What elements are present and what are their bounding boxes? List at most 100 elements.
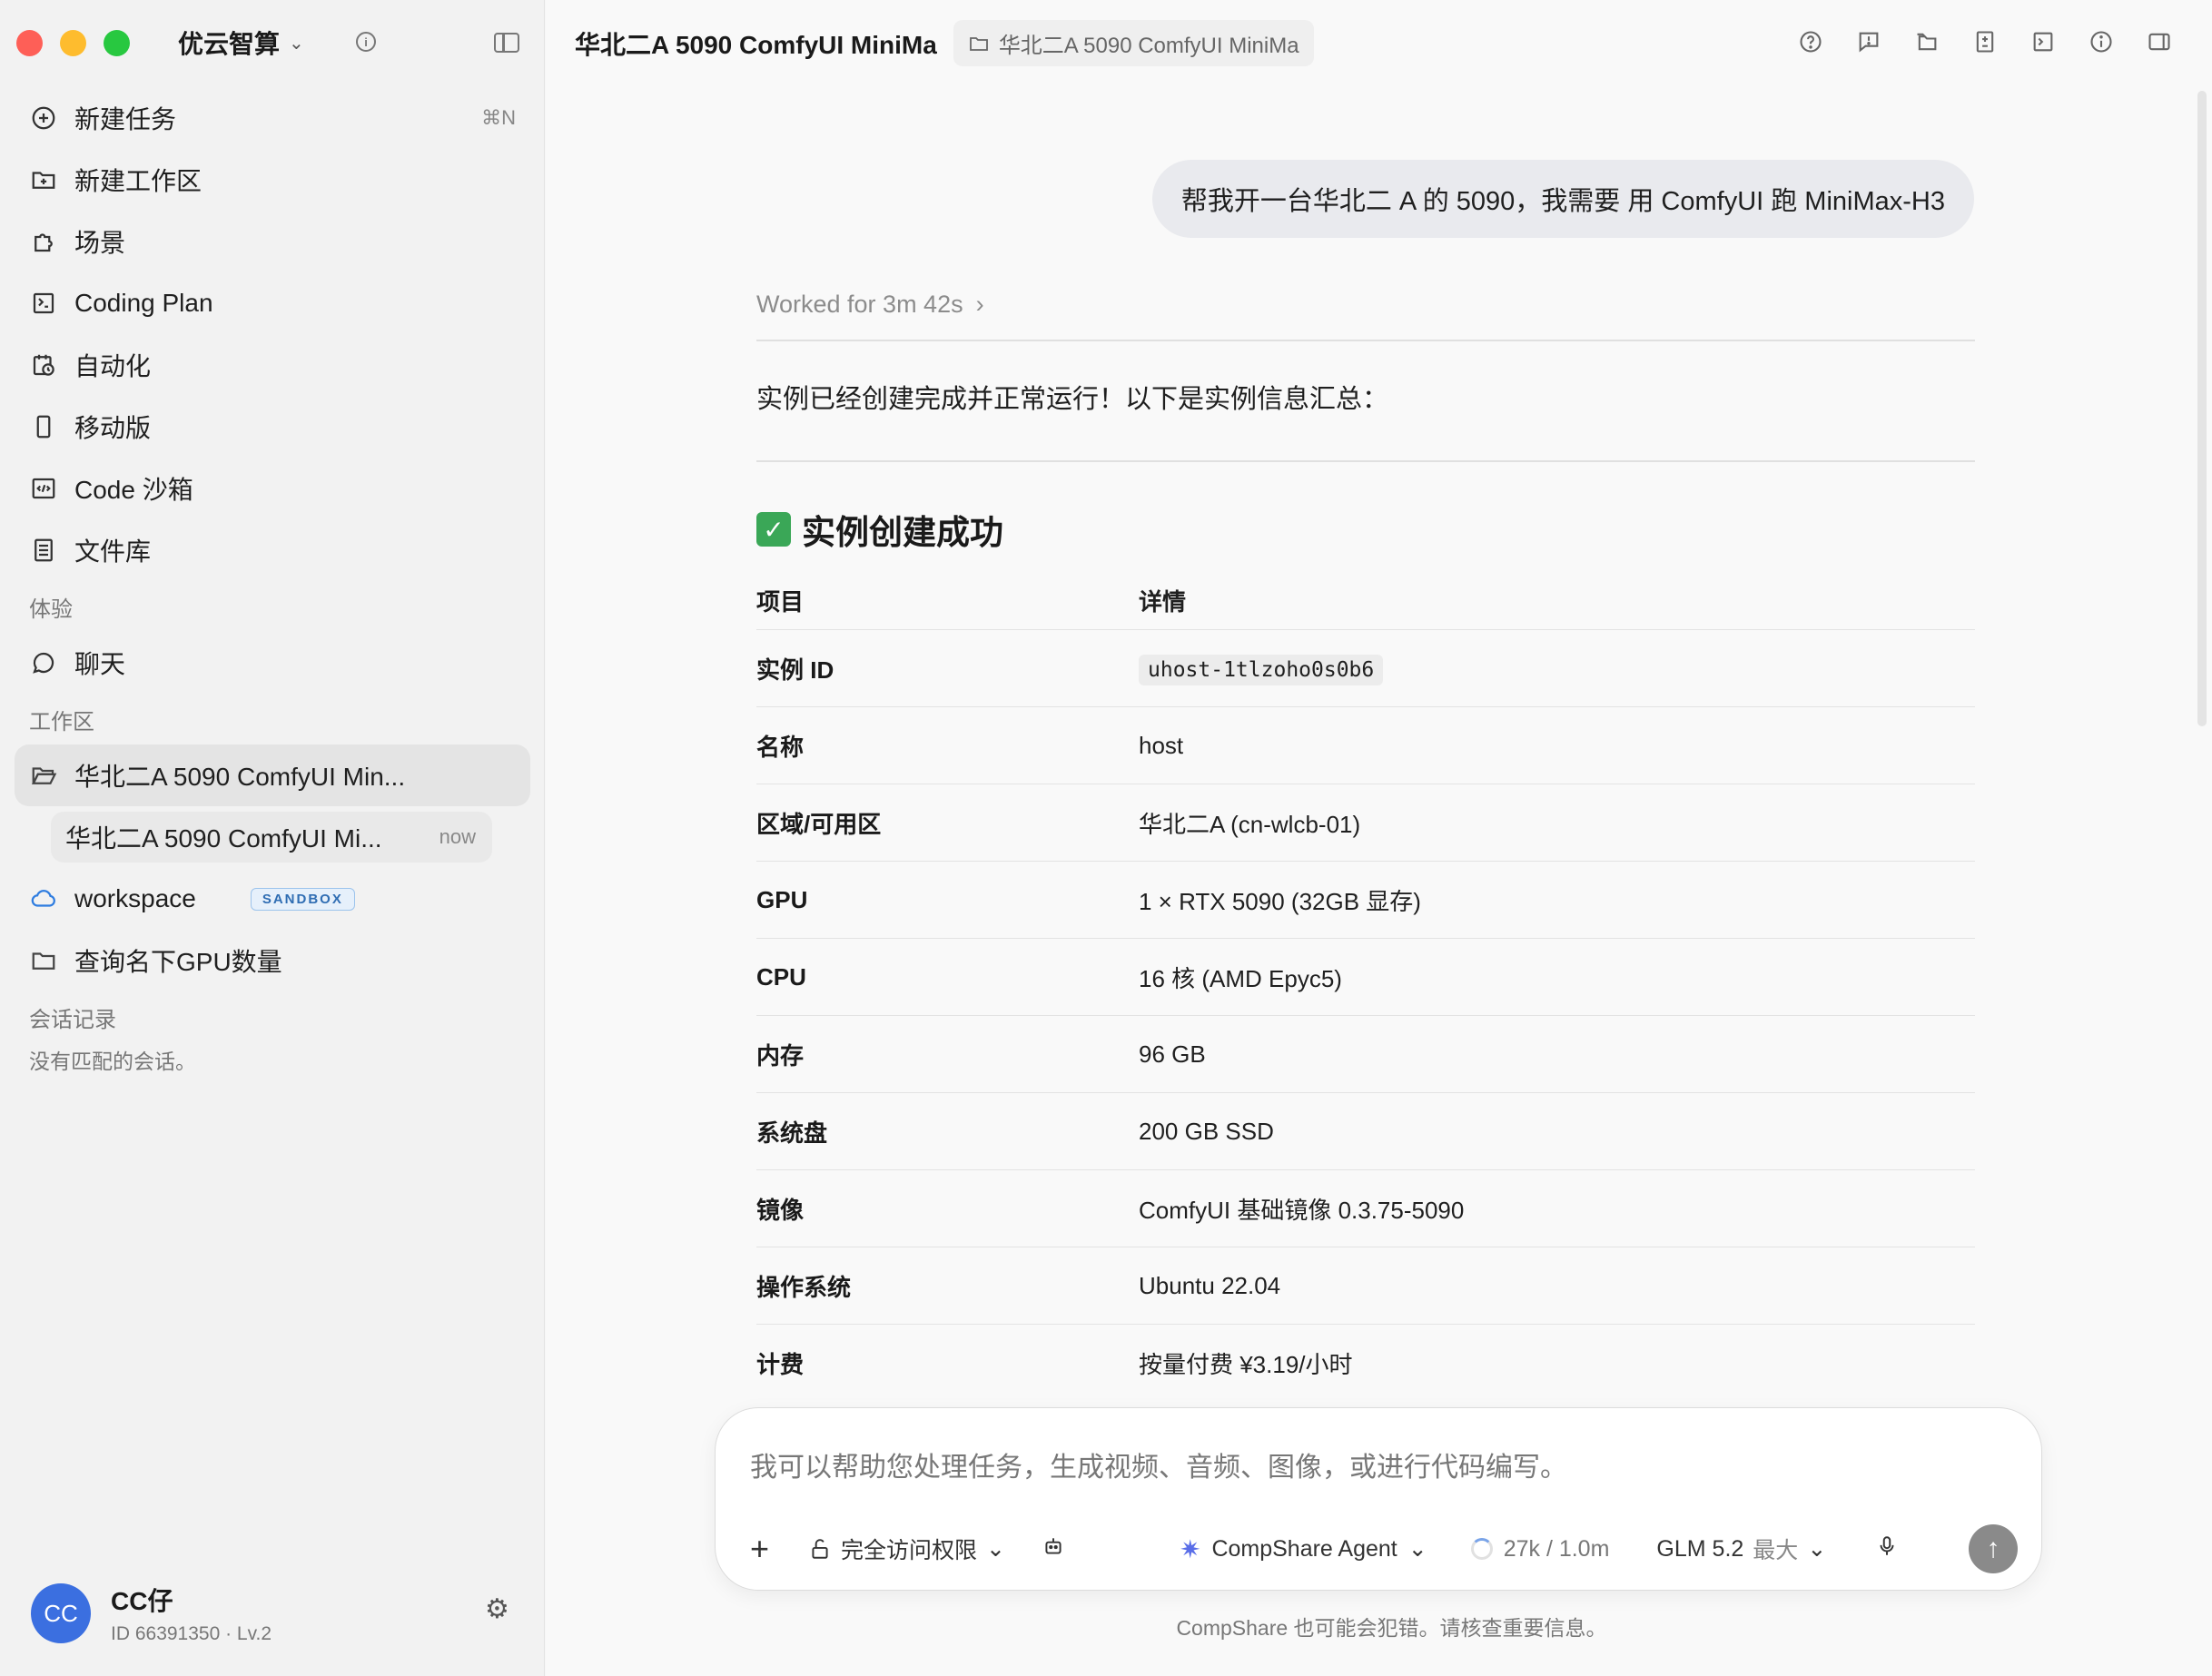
code-window-icon <box>29 474 58 503</box>
chevron-down-icon: ⌄ <box>1807 1536 1827 1562</box>
phone-icon <box>29 412 58 441</box>
table-row: CPU 16 核 (AMD Epyc5) <box>756 939 1975 1016</box>
app-switcher[interactable]: 优云智算 ⌄ <box>178 25 304 61</box>
sidebar-item-coding-plan[interactable]: Coding Plan <box>15 272 530 334</box>
permission-label: 完全访问权限 <box>841 1538 978 1563</box>
window-controls <box>16 30 130 56</box>
right-panel-toggle-icon[interactable] <box>2147 29 2172 54</box>
sidebar-nav: 新建任务 ⌘N 新建工作区 场景 Coding Plan 自动化 移动版 Cod… <box>15 87 530 1075</box>
help-icon[interactable] <box>1798 29 1823 54</box>
add-attachment-button[interactable]: + <box>750 1530 777 1568</box>
chevron-down-icon: ⌄ <box>289 33 304 54</box>
column-header: 详情 <box>1139 588 1187 616</box>
table-cell-value-wrapper: uhost-1tlzoho0s0b6 <box>1139 654 1384 685</box>
instance-info-table: 项目 详情 实例 ID uhost-1tlzoho0s0b6 名称 host 区… <box>756 572 1975 1402</box>
divider <box>756 460 1975 462</box>
sidebar-item-workspace-sandbox[interactable]: workspace SANDBOX <box>15 868 530 930</box>
model-selector[interactable]: GLM 5.2 最大 ⌄ <box>1656 1533 1826 1565</box>
sidebar-item-new-workspace[interactable]: 新建工作区 <box>15 149 530 211</box>
sidebar-item-new-task[interactable]: 新建任务 ⌘N <box>15 87 530 149</box>
table-cell-key: 系统盘 <box>756 1119 828 1147</box>
send-button[interactable]: ↑ <box>1969 1524 2018 1573</box>
sidebar-toggle-icon[interactable] <box>494 33 519 53</box>
sidebar-item-label: Code 沙箱 <box>74 476 193 504</box>
close-window-button[interactable] <box>16 30 43 56</box>
success-heading: ✓ 实例创建成功 <box>756 505 1003 554</box>
table-row: 内存 96 GB <box>756 1016 1975 1093</box>
table-cell-key: 名称 <box>756 733 805 761</box>
table-row: 实例 ID uhost-1tlzoho0s0b6 <box>756 630 1975 707</box>
table-cell-key: 内存 <box>756 1041 805 1070</box>
breadcrumb[interactable]: 华北二A 5090 ComfyUI MiniMa <box>953 20 1314 66</box>
instance-id-code: uhost-1tlzoho0s0b6 <box>1139 654 1384 685</box>
sidebar-item-label: 新建工作区 <box>74 167 202 195</box>
main-panel: 华北二A 5090 ComfyUI MiniMa 华北二A 5090 Comfy… <box>546 0 2212 1676</box>
scrollbar[interactable] <box>2197 91 2207 726</box>
sidebar-item-chat[interactable]: 聊天 <box>15 632 530 694</box>
table-row: GPU 1 × RTX 5090 (32GB 显存) <box>756 862 1975 939</box>
table-cell-key: GPU <box>756 885 808 913</box>
sidebar-item-workspace-active[interactable]: 华北二A 5090 ComfyUI Min... <box>15 744 530 806</box>
terminal-icon[interactable] <box>2030 29 2056 54</box>
cloud-icon <box>29 884 58 913</box>
feedback-icon[interactable] <box>1856 29 1881 54</box>
disclaimer-wrapper: CompShare 也可能会犯错。请核查重要信息。 <box>546 1611 2212 1641</box>
table-cell-key: 实例 ID <box>756 656 834 684</box>
info-icon[interactable]: i <box>356 32 376 52</box>
topbar: 华北二A 5090 ComfyUI MiniMa 华北二A 5090 Comfy… <box>575 20 1314 66</box>
agent-selector[interactable]: ✷ CompShare Agent ⌄ <box>1180 1534 1427 1564</box>
gear-icon[interactable]: ⚙ <box>485 1593 509 1625</box>
sidebar-item-mobile[interactable]: 移动版 <box>15 396 530 458</box>
info-circle-icon[interactable] <box>2089 29 2114 54</box>
sidebar-item-file-library[interactable]: 文件库 <box>15 519 530 581</box>
worked-duration-toggle[interactable]: Worked for 3m 42s › <box>756 291 984 319</box>
diff-icon[interactable] <box>1972 29 1998 54</box>
token-usage: 27k / 1.0m <box>1470 1536 1609 1563</box>
column-header: 项目 <box>756 588 805 616</box>
workspace-label: workspace <box>74 884 196 912</box>
table-row: 系统盘 200 GB SSD <box>756 1093 1975 1170</box>
sidebar-item-code-sandbox[interactable]: Code 沙箱 <box>15 458 530 519</box>
zoom-window-button[interactable] <box>104 30 130 56</box>
chevron-right-icon: › <box>975 291 984 318</box>
folders-icon[interactable] <box>1914 29 1940 54</box>
shortcut-hint: ⌘N <box>481 106 516 129</box>
sidebar-item-gpu-query[interactable]: 查询名下GPU数量 <box>15 930 530 991</box>
unlock-icon <box>812 1539 828 1559</box>
permission-selector[interactable]: 完全访问权限 ⌄ <box>808 1533 1005 1565</box>
table-header-row: 项目 详情 <box>756 572 1975 630</box>
user-profile[interactable]: CC CC仔 ID 66391350 · Lv.2 <box>31 1582 272 1645</box>
sidebar: 优云智算 ⌄ i 新建任务 ⌘N 新建工作区 场景 Coding Plan 自动… <box>0 0 545 1676</box>
divider <box>756 340 1975 341</box>
message-composer: 我可以帮助您处理任务，生成视频、音频、图像，或进行代码编写。 + 完全访问权限 … <box>715 1407 2042 1591</box>
chevron-down-icon: ⌄ <box>986 1536 1005 1562</box>
workspace-label: 查询名下GPU数量 <box>74 948 282 976</box>
table-cell-key: 操作系统 <box>756 1273 852 1301</box>
microphone-icon[interactable] <box>1875 1534 1899 1564</box>
workspace-session-item[interactable]: 华北二A 5090 ComfyUI Mi... now <box>51 812 492 863</box>
table-cell-value: 200 GB SSD <box>1139 1117 1274 1145</box>
breadcrumb-label: 华北二A 5090 ComfyUI MiniMa <box>998 34 1299 58</box>
composer-toolbar: + 完全访问权限 ⌄ ✷ CompShare Agent ⌄ 27k / 1.0… <box>750 1524 2018 1573</box>
sidebar-item-scenes[interactable]: 场景 <box>15 211 530 272</box>
toolbar-icons <box>1798 29 2172 54</box>
chat-bubble-icon <box>29 648 58 677</box>
table-cell-key: 计费 <box>756 1351 805 1378</box>
user-meta: CC仔 ID 66391350 · Lv.2 <box>111 1582 272 1645</box>
table-row: 名称 host <box>756 707 1975 784</box>
table-cell-key: 镜像 <box>756 1196 805 1224</box>
session-timestamp: now <box>439 825 476 848</box>
session-label: 华北二A 5090 ComfyUI Mi... <box>65 824 382 853</box>
app-name: 优云智算 <box>178 30 281 58</box>
composer-input[interactable]: 我可以帮助您处理任务，生成视频、音频、图像，或进行代码编写。 <box>750 1444 1567 1484</box>
sidebar-item-automation[interactable]: 自动化 <box>15 334 530 396</box>
plan-board-icon <box>29 289 58 318</box>
robot-icon[interactable] <box>1042 1534 1065 1564</box>
table-cell-value: 1 × RTX 5090 (32GB 显存) <box>1139 887 1421 915</box>
puzzle-icon <box>29 227 58 256</box>
sidebar-item-label: Coding Plan <box>74 289 213 317</box>
chevron-down-icon: ⌄ <box>1407 1536 1427 1562</box>
minimize-window-button[interactable] <box>60 30 86 56</box>
folder-icon <box>29 946 58 975</box>
check-mark-icon: ✓ <box>756 512 791 547</box>
